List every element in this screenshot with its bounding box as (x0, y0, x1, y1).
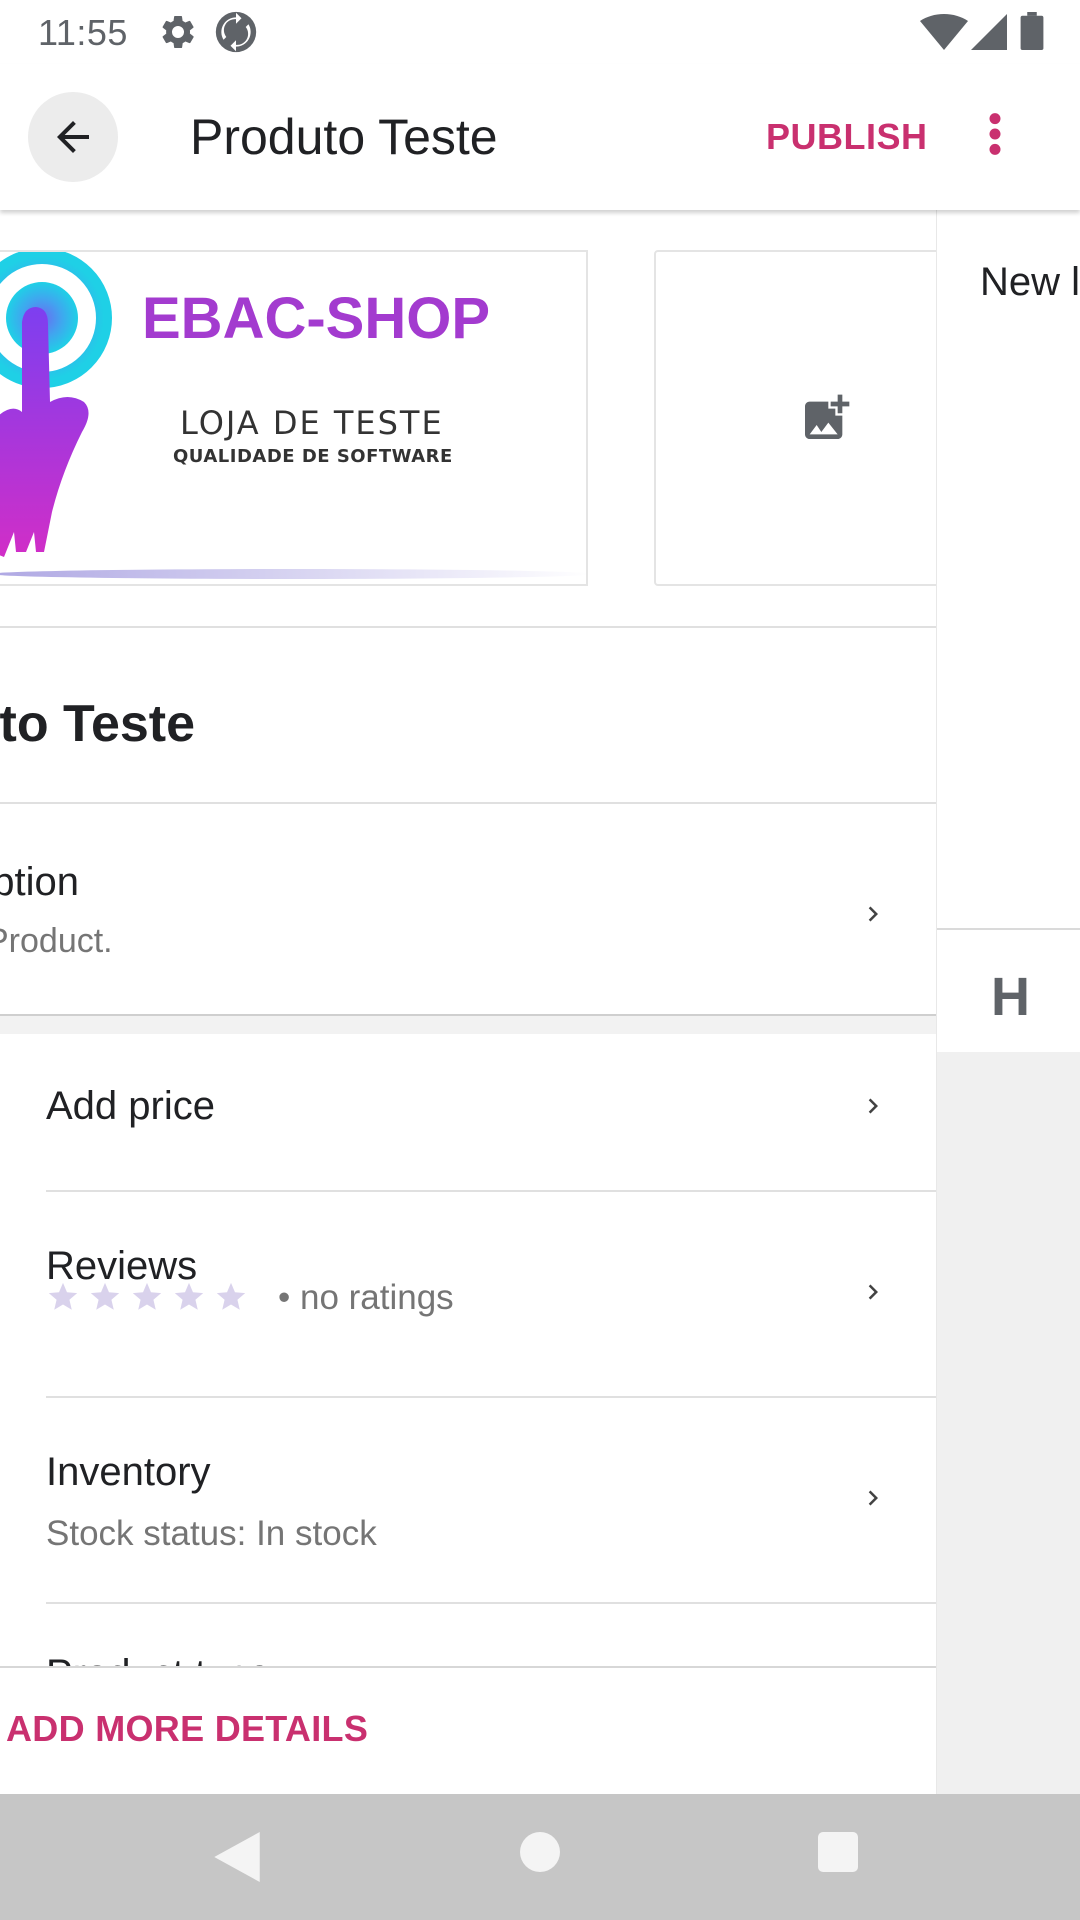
navigation-bar (0, 1794, 1080, 1920)
product-detail-pane: EBAC-SHOP LOJA DE TESTE QUALIDADE DE SOF… (0, 210, 937, 1794)
battery-icon (1020, 12, 1044, 50)
nav-home-icon[interactable] (520, 1832, 560, 1872)
more-options-button[interactable] (970, 104, 1020, 164)
rating-stars (46, 1280, 248, 1314)
description-value: Product. (0, 922, 113, 960)
add-price-row[interactable]: Add price (0, 1034, 937, 1192)
status-bar: 11:55 (0, 0, 1080, 64)
product-image[interactable]: EBAC-SHOP LOJA DE TESTE QUALIDADE DE SOF… (0, 250, 588, 586)
more-vert-icon (989, 113, 1001, 155)
side-pane: New l H (936, 210, 1080, 1794)
app-bar: Produto Teste PUBLISH (0, 64, 1080, 210)
product-name[interactable]: duto Teste (0, 694, 195, 754)
bottom-action-bar: ADD MORE DETAILS (0, 1666, 937, 1794)
ebac-shop-logo: EBAC-SHOP LOJA DE TESTE QUALIDADE DE SOF… (0, 252, 586, 579)
star-icon (48, 1282, 78, 1310)
publish-button[interactable]: PUBLISH (766, 116, 928, 158)
back-button[interactable] (28, 92, 118, 182)
heading-format-button[interactable]: H (937, 928, 1080, 1052)
divider (0, 626, 937, 628)
nav-recents-icon[interactable] (818, 1832, 858, 1872)
star-icon (216, 1282, 246, 1310)
add-photo-icon (805, 394, 850, 439)
nav-back-icon[interactable] (214, 1832, 260, 1882)
reviews-row[interactable]: Reviews • no ratings (0, 1192, 937, 1398)
inventory-row[interactable]: Inventory Stock status: In stock (0, 1398, 937, 1604)
svg-text:QUALIDADE DE SOFTWARE: QUALIDADE DE SOFTWARE (173, 446, 453, 467)
star-icon (174, 1282, 204, 1310)
page-title: Produto Teste (190, 109, 498, 165)
wifi-icon (920, 14, 968, 50)
signal-icon (971, 14, 1007, 50)
rating-summary: • no ratings (278, 1278, 454, 1317)
description-label: ription (0, 860, 79, 904)
status-time: 11:55 (38, 12, 128, 53)
star-icon (132, 1282, 162, 1310)
side-pane-text: New l (980, 260, 1080, 304)
inventory-label: Inventory (46, 1450, 211, 1494)
section-separator (0, 1014, 937, 1034)
side-pane-content: New l (937, 210, 1080, 928)
description-row[interactable]: ription Product. (0, 808, 937, 1018)
add-price-label: Add price (46, 1084, 215, 1128)
chevron-right-icon (868, 1098, 878, 1114)
product-type-row[interactable]: Product type (0, 1604, 937, 1666)
chevron-right-icon (868, 1284, 878, 1300)
divider (0, 802, 937, 804)
sync-icon (215, 11, 257, 53)
chevron-right-icon (868, 906, 878, 922)
stock-status: Stock status: In stock (46, 1514, 377, 1553)
image-gallery[interactable]: EBAC-SHOP LOJA DE TESTE QUALIDADE DE SOF… (0, 250, 937, 586)
chevron-right-icon (868, 1490, 878, 1506)
star-icon (90, 1282, 120, 1310)
add-more-details-button[interactable]: ADD MORE DETAILS (6, 1708, 368, 1750)
add-image-button[interactable] (654, 250, 937, 586)
heading-icon: H (991, 967, 1030, 1027)
product-type-label: Product type (46, 1652, 271, 1666)
settings-icon (162, 15, 194, 48)
arrow-back-icon (57, 121, 89, 153)
svg-text:EBAC-SHOP: EBAC-SHOP (142, 286, 490, 351)
svg-text:LOJA DE TESTE: LOJA DE TESTE (180, 404, 444, 442)
